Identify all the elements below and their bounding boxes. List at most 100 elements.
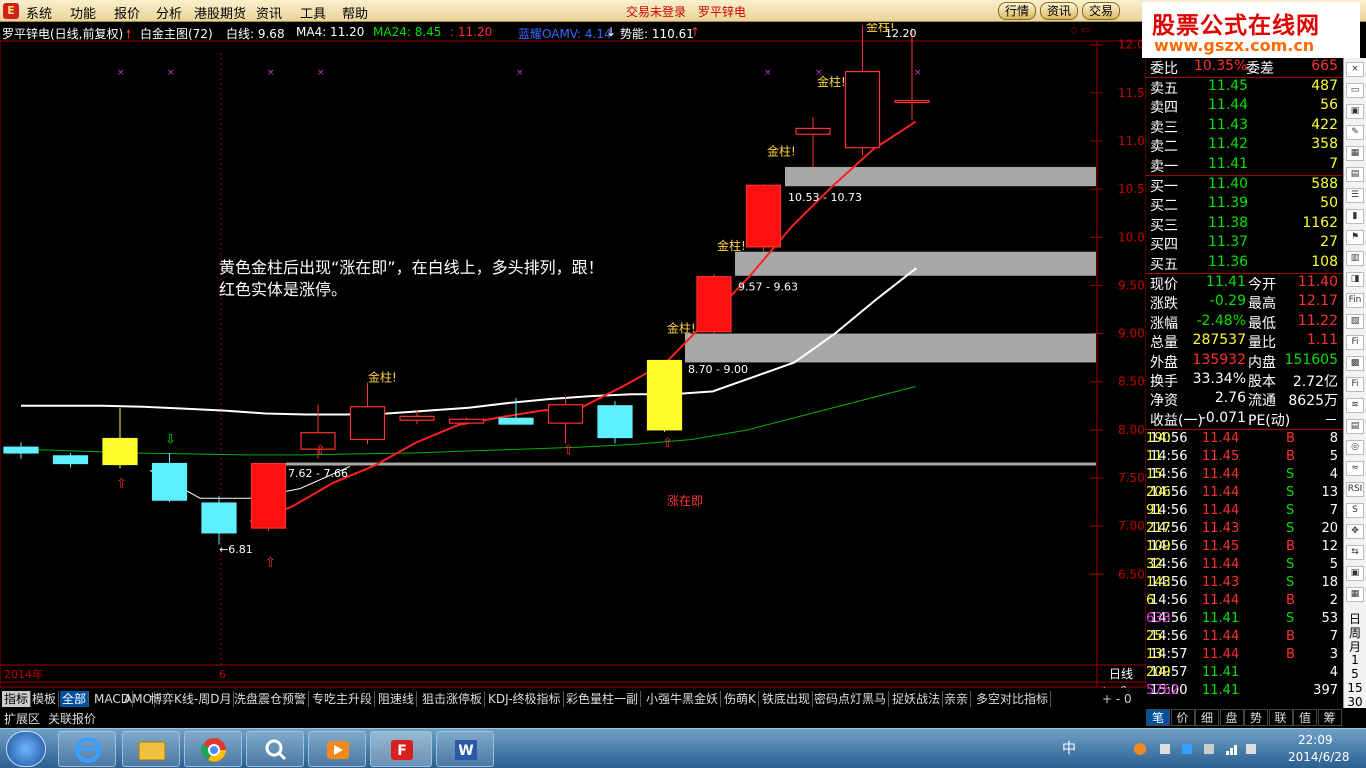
- indicator-tab[interactable]: 捉妖战法: [890, 691, 944, 707]
- candle[interactable]: [151, 452, 188, 503]
- tool-icon[interactable]: ▩: [1346, 356, 1364, 371]
- tab-market[interactable]: 行情: [998, 2, 1037, 20]
- tool-icon[interactable]: ◨: [1346, 272, 1364, 287]
- candle[interactable]: [795, 116, 831, 167]
- indicator-tab[interactable]: 模板: [30, 691, 60, 707]
- indicator-tab[interactable]: 亲亲: [942, 691, 972, 707]
- ask-row[interactable]: 卖四 11.44 56: [1146, 97, 1342, 116]
- period-tool-5[interactable]: 15: [1346, 681, 1364, 695]
- ask-row[interactable]: 卖一 11.41 7: [1146, 156, 1342, 175]
- file-explorer-icon[interactable]: [122, 731, 180, 767]
- indicator-tab[interactable]: 指标: [2, 691, 32, 707]
- ask-row[interactable]: 卖二 11.42 358: [1146, 136, 1342, 155]
- candle[interactable]: [3, 442, 39, 459]
- related-quote-button[interactable]: 关联报价: [48, 710, 96, 727]
- indicator-tab[interactable]: 彩色量柱一副: [564, 691, 642, 707]
- candle[interactable]: [349, 382, 386, 445]
- indicator-tab[interactable]: 洗盘震仓预警: [232, 691, 310, 707]
- ie-browser-icon[interactable]: [58, 731, 116, 767]
- indicator-tab[interactable]: KDJ-终极指标: [486, 691, 564, 707]
- tool-icon[interactable]: S: [1346, 503, 1364, 518]
- tool-icon[interactable]: ▤: [1346, 419, 1364, 434]
- tool-icon[interactable]: ⇆: [1346, 545, 1364, 560]
- menu-quote[interactable]: 报价: [114, 3, 140, 22]
- period-tool-4[interactable]: 5: [1346, 667, 1364, 681]
- candle[interactable]: [102, 407, 138, 469]
- candle[interactable]: [547, 397, 584, 444]
- window-toggle-icon[interactable]: ◇ ▭: [1070, 25, 1090, 36]
- tool-icon[interactable]: ×: [1346, 62, 1364, 77]
- indicator-tab[interactable]: 狙击涨停板: [420, 691, 486, 707]
- tool-icon[interactable]: ≋: [1346, 398, 1364, 413]
- candle[interactable]: [745, 184, 782, 252]
- start-button[interactable]: [6, 731, 46, 767]
- candle[interactable]: [696, 273, 732, 334]
- indicator-tab[interactable]: 专吃主升段: [310, 691, 376, 707]
- candle[interactable]: [844, 25, 881, 156]
- indicator-tab[interactable]: 全部: [60, 691, 90, 707]
- bid-row[interactable]: 买二 11.39 50: [1146, 195, 1342, 214]
- tool-icon[interactable]: ▣: [1346, 566, 1364, 581]
- tool-icon[interactable]: Fi: [1346, 335, 1364, 350]
- menu-system[interactable]: 系统: [26, 3, 52, 22]
- bid-row[interactable]: 买一 11.40 588: [1146, 176, 1342, 195]
- tool-icon[interactable]: ▣: [1346, 104, 1364, 119]
- clock-time[interactable]: 22:09: [1298, 733, 1333, 747]
- tool-icon[interactable]: ✥: [1346, 524, 1364, 539]
- tab-scroll-controls[interactable]: + - 0: [1100, 691, 1134, 707]
- bid-row[interactable]: 买四 11.37 27: [1146, 234, 1342, 253]
- chrome-icon[interactable]: [184, 731, 242, 767]
- app-logo-icon[interactable]: E: [3, 3, 19, 19]
- tool-icon[interactable]: ✎: [1346, 125, 1364, 140]
- tool-icon[interactable]: ▭: [1346, 83, 1364, 98]
- indicator-tab[interactable]: 博弈K线-周D月: [148, 691, 235, 707]
- candle[interactable]: [597, 400, 633, 444]
- quote-tab[interactable]: 筹: [1317, 709, 1342, 726]
- search-icon[interactable]: [246, 731, 304, 767]
- tool-icon[interactable]: ☰: [1346, 188, 1364, 203]
- tool-icon[interactable]: ◎: [1346, 440, 1364, 455]
- candle[interactable]: [52, 452, 89, 468]
- menu-hk-futures[interactable]: 港股期货: [194, 3, 246, 22]
- menu-tools[interactable]: 工具: [300, 3, 326, 22]
- kline-chart[interactable]: 12.0011.5011.0010.5010.009.509.008.508.0…: [0, 23, 1146, 688]
- indicator-tab[interactable]: 阻速线: [376, 691, 418, 707]
- quote-tab[interactable]: 联: [1268, 709, 1293, 726]
- ime-indicator[interactable]: 中: [1062, 738, 1076, 758]
- period-label[interactable]: 日线: [1109, 667, 1133, 681]
- tool-icon[interactable]: ≈: [1346, 461, 1364, 476]
- candle[interactable]: [448, 417, 485, 425]
- tray-icons[interactable]: [1130, 739, 1260, 759]
- tool-icon[interactable]: RSI: [1346, 482, 1364, 497]
- ask-row[interactable]: 卖五 11.45 487: [1146, 78, 1342, 97]
- tool-icon[interactable]: ▤: [1346, 167, 1364, 182]
- clock-date[interactable]: 2014/6/28: [1288, 750, 1350, 764]
- quote-tab[interactable]: 价: [1170, 709, 1195, 726]
- menu-analysis[interactable]: 分析: [156, 3, 182, 22]
- indicator-tab[interactable]: 多空对比指标: [974, 691, 1052, 707]
- tool-icon[interactable]: ▦: [1346, 146, 1364, 161]
- chart-canvas[interactable]: 12.0011.5011.0010.5010.009.509.008.508.0…: [0, 23, 1146, 688]
- tab-info[interactable]: 资讯: [1040, 2, 1079, 20]
- bid-row[interactable]: 买五 11.36 108: [1146, 254, 1342, 273]
- tool-icon[interactable]: ⚑: [1346, 230, 1364, 245]
- ask-row[interactable]: 卖三 11.43 422: [1146, 117, 1342, 136]
- zoom-controls[interactable]: + - 0: [1100, 684, 1127, 688]
- indicator-tab[interactable]: 铁底出现: [760, 691, 814, 707]
- indicator-tab[interactable]: 小强牛黑金妖: [644, 691, 722, 707]
- tool-icon[interactable]: Fin: [1346, 293, 1364, 308]
- expand-area-button[interactable]: 扩展区: [4, 710, 40, 727]
- quote-tab[interactable]: 笔: [1146, 709, 1170, 726]
- tab-trade[interactable]: 交易: [1082, 2, 1121, 20]
- indicator-tab[interactable]: 密码点灯黑马: [812, 691, 890, 707]
- tool-icon[interactable]: ▦: [1346, 587, 1364, 602]
- menu-function[interactable]: 功能: [70, 3, 96, 22]
- quote-tab[interactable]: 盘: [1219, 709, 1244, 726]
- word-icon[interactable]: W: [436, 731, 494, 767]
- tool-icon[interactable]: ▮: [1346, 209, 1364, 224]
- indicator-tab[interactable]: 伤萌K: [722, 691, 759, 707]
- period-tool-3[interactable]: 1: [1346, 653, 1364, 667]
- media-player-icon[interactable]: [308, 731, 366, 767]
- quote-tab[interactable]: 值: [1293, 709, 1317, 726]
- tool-icon[interactable]: ▥: [1346, 251, 1364, 266]
